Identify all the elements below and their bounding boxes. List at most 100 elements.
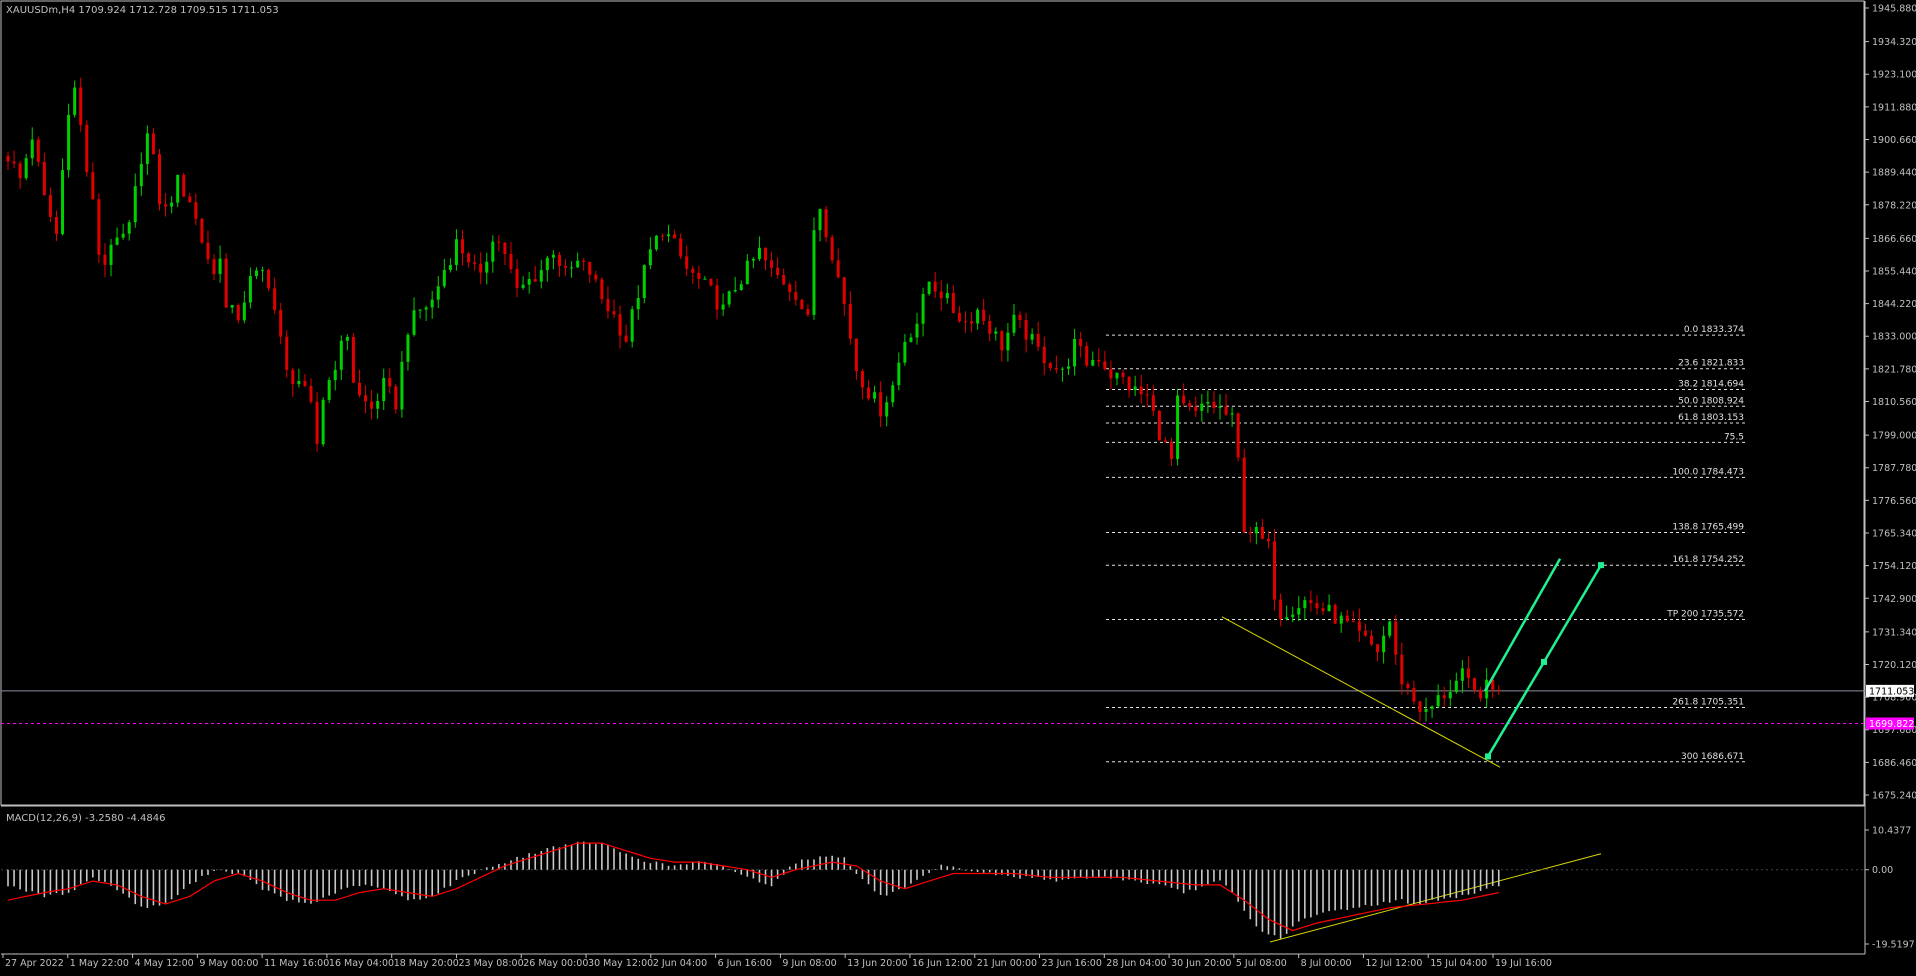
candle-body xyxy=(315,401,319,445)
candle-body xyxy=(624,335,628,342)
candle-body xyxy=(454,239,458,265)
candle-body xyxy=(218,258,222,274)
fib-level-label: 261.8 1705.351 xyxy=(1672,697,1744,707)
candle-body xyxy=(1473,678,1477,690)
candle-body xyxy=(727,291,731,305)
candle-body xyxy=(1097,359,1101,362)
candle-body xyxy=(921,293,925,324)
candle-body xyxy=(1345,615,1349,621)
candle-body xyxy=(1460,668,1464,681)
time-tick-label: 16 Jun 12:00 xyxy=(912,958,972,969)
candle-body xyxy=(97,199,101,255)
trading-chart[interactable]: 0.0 1833.374 23.6 1821.833 38.2 1814.694 50… xyxy=(0,0,1916,972)
candle-body xyxy=(1327,604,1331,612)
candle-body xyxy=(891,385,895,403)
candle-body xyxy=(648,249,652,266)
price-tick-label: 1855.440 xyxy=(1872,266,1916,277)
arrow-vertex-handle[interactable] xyxy=(1598,562,1604,569)
price-tick-label: 1945.880 xyxy=(1872,4,1916,15)
candle-body xyxy=(860,371,864,388)
candle-body xyxy=(660,235,664,237)
candle-body xyxy=(1448,692,1452,699)
candle-body xyxy=(12,161,16,164)
candle-body xyxy=(1339,615,1343,624)
candle-body xyxy=(927,281,931,294)
arrow-vertex-handle[interactable] xyxy=(1485,753,1491,760)
candle-body xyxy=(1394,621,1398,655)
candle-body xyxy=(673,234,677,239)
candle-body xyxy=(697,272,701,279)
time-tick-label: 13 Jun 20:00 xyxy=(847,958,907,969)
candle-body xyxy=(73,87,77,115)
fib-level-label: 300 1686.671 xyxy=(1681,752,1744,762)
candle-body xyxy=(1000,331,1004,351)
candle-body xyxy=(739,284,743,290)
candle-body xyxy=(963,321,967,323)
candle-body xyxy=(418,309,422,311)
candle-body xyxy=(503,242,507,255)
candle-body xyxy=(285,336,289,370)
candle-body xyxy=(582,260,586,262)
candle-body xyxy=(873,392,877,399)
candle-body xyxy=(806,309,810,315)
macd-tick-label: 10.4377 xyxy=(1872,826,1911,837)
candle-body xyxy=(776,267,780,276)
candle-body xyxy=(1291,614,1295,618)
candle-body xyxy=(1236,413,1240,458)
candle-body xyxy=(1333,604,1337,624)
candle-body xyxy=(988,321,992,334)
candle-body xyxy=(291,369,295,385)
candle-body xyxy=(1073,338,1077,367)
arrow-vertex-handle[interactable] xyxy=(1541,658,1547,665)
time-tick-label: 16 May 04:00 xyxy=(329,958,394,969)
candle-body xyxy=(897,362,901,386)
candle-body xyxy=(551,254,555,258)
candle-body xyxy=(1479,689,1483,699)
macd-tick-label: 0.00 xyxy=(1872,865,1893,876)
chart-canvas[interactable]: 0.0 1833.374 23.6 1821.833 38.2 1814.694 50… xyxy=(0,0,1916,972)
candle-body xyxy=(436,286,440,300)
candle-body xyxy=(339,340,343,370)
candle-body xyxy=(1382,635,1386,653)
candle-body xyxy=(261,269,265,271)
time-tick-label: 23 Jun 16:00 xyxy=(1042,958,1102,969)
candle-body xyxy=(133,186,137,223)
time-tick-label: 30 Jun 20:00 xyxy=(1171,958,1231,969)
candle-body xyxy=(1266,538,1270,542)
candle-body xyxy=(491,241,495,262)
candle-body xyxy=(103,254,107,265)
candle-body xyxy=(1260,527,1264,539)
candle-body xyxy=(151,133,155,155)
candle-body xyxy=(867,387,871,399)
candle-body xyxy=(303,381,307,386)
fib-level-label: 75.5 xyxy=(1724,432,1744,442)
candle-body xyxy=(764,247,767,261)
candle-body xyxy=(1188,403,1192,407)
time-tick-label: 6 Jun 16:00 xyxy=(718,958,772,969)
candle-body xyxy=(1454,680,1458,693)
candle-body xyxy=(527,279,531,285)
bid-price-label: 1711.053 xyxy=(1869,686,1914,697)
candle-body xyxy=(745,260,749,285)
candle-body xyxy=(794,292,798,300)
candle-body xyxy=(915,323,919,338)
candle-body xyxy=(485,261,489,273)
price-tick-label: 1810.560 xyxy=(1872,397,1916,408)
candle-body xyxy=(570,267,574,269)
candle-body xyxy=(600,279,604,300)
candle-body xyxy=(36,139,40,162)
candle-body xyxy=(879,392,883,417)
time-tick-label: 19 Jul 16:00 xyxy=(1495,958,1552,969)
candle-body xyxy=(842,277,846,304)
candle-body xyxy=(1024,320,1028,340)
price-tick-label: 1754.120 xyxy=(1872,561,1916,572)
candle-body xyxy=(1060,368,1064,370)
price-tick-label: 1765.340 xyxy=(1872,528,1916,539)
candle-body xyxy=(539,270,543,282)
candle-body xyxy=(1418,701,1422,712)
candle-body xyxy=(1242,457,1246,533)
candle-body xyxy=(636,297,640,310)
candle-body xyxy=(1297,608,1301,615)
candle-body xyxy=(667,234,671,237)
candle-body xyxy=(497,241,501,243)
